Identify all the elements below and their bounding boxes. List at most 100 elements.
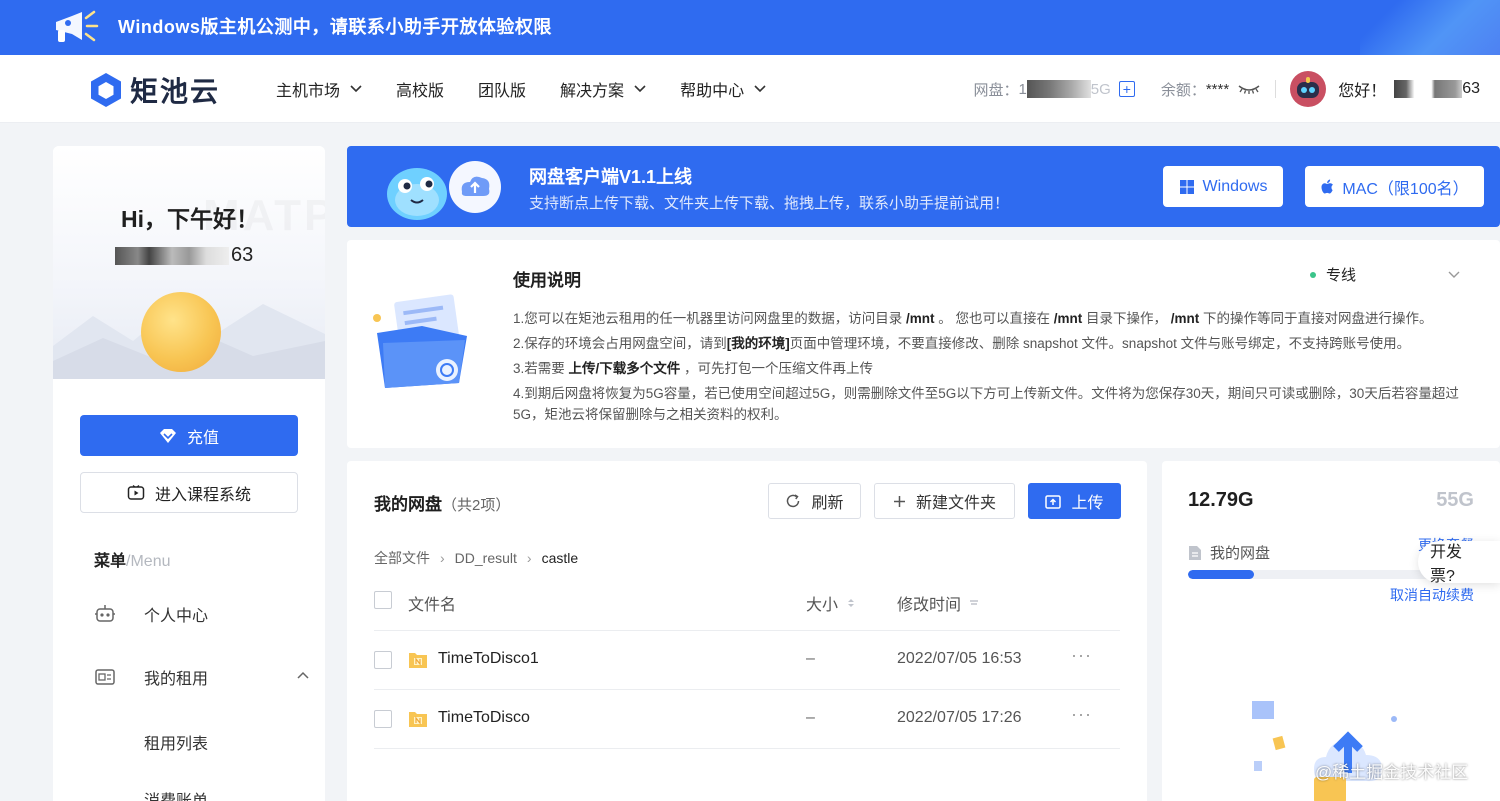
nav-team[interactable]: 团队版 xyxy=(478,77,526,101)
file-name[interactable]: TimeToDisco xyxy=(438,709,530,727)
watermark-text: @稀土掘金技术社区 xyxy=(1315,763,1469,782)
balance-label: 余额： xyxy=(1160,81,1206,99)
folder-icon xyxy=(409,712,427,727)
more-actions-icon[interactable]: ··· xyxy=(1071,645,1092,666)
text: 目录下操作， xyxy=(1082,311,1171,326)
chevron-down-icon xyxy=(754,85,766,93)
sort-down-icon xyxy=(970,600,979,605)
logo[interactable]: 矩池云 xyxy=(88,70,220,110)
file-name[interactable]: TimeToDisco1 xyxy=(438,650,539,668)
robot-icon xyxy=(95,605,115,622)
more-actions-icon[interactable]: ··· xyxy=(1071,704,1092,725)
folder-document-illustration xyxy=(373,294,467,388)
avatar[interactable] xyxy=(1290,71,1327,107)
enter-course-button[interactable]: 进入课程系统 xyxy=(80,472,298,513)
instruction-line-4: 4.到期后网盘将恢复为5G容量，若已使用空间超过5G，则需删除文件至5G以下方可… xyxy=(513,386,1459,422)
disk-quota-panel: 12.79G 55G 更换套餐 我的网盘 取消自动续费 xyxy=(1162,461,1500,801)
plus-icon xyxy=(893,495,905,507)
my-environment-link[interactable]: [我的环境] xyxy=(727,336,790,351)
course-label: 进入课程系统 xyxy=(154,486,251,504)
diamond-icon xyxy=(159,428,176,443)
row-checkbox[interactable] xyxy=(374,710,392,728)
header-greeting: 您好！ xyxy=(1338,83,1387,100)
column-size-label: 大小 xyxy=(806,597,839,614)
download-windows-button[interactable]: Windows xyxy=(1163,166,1283,207)
upload-icon xyxy=(1045,494,1062,509)
sidebar-subitem-billing[interactable]: 消费账单 xyxy=(144,787,208,801)
eye-closed-icon[interactable] xyxy=(1237,83,1261,95)
mac-label: MAC（限100名） xyxy=(1342,180,1469,198)
disk-title-text: 我的网盘 xyxy=(374,495,442,514)
download-mac-button[interactable]: MAC（限100名） xyxy=(1305,166,1484,207)
sidebar-username: 63 xyxy=(115,244,253,267)
logo-text: 矩池云 xyxy=(130,76,221,107)
select-all-checkbox[interactable] xyxy=(374,591,392,609)
file-row[interactable]: TimeToDisco1 – 2022/07/05 16:53 ··· xyxy=(374,631,1120,690)
nav-label: 高校版 xyxy=(396,83,445,100)
chevron-down-icon xyxy=(350,85,362,93)
sidebar-item-my-rentals[interactable]: 我的租用 xyxy=(94,663,309,691)
client-promo-banner: 网盘客户端V1.1上线 支持断点上传下载、文件夹上传下载、拖拽上传，联系小助手提… xyxy=(347,146,1500,227)
nav-label: 帮助中心 xyxy=(680,83,745,100)
menu-title: 菜单/Menu xyxy=(94,547,170,571)
breadcrumb-item[interactable]: 全部文件 xyxy=(374,548,430,568)
file-row[interactable]: TimeToDisco – 2022/07/05 17:26 ··· xyxy=(374,690,1120,749)
region-selector[interactable]: 专线 xyxy=(1310,264,1460,285)
sidebar-item-label: 个人中心 xyxy=(144,608,209,625)
server-icon xyxy=(95,669,115,685)
refresh-button[interactable]: 刷新 xyxy=(768,483,861,519)
upload-label: 上传 xyxy=(1071,495,1104,512)
breadcrumb-separator-icon: › xyxy=(440,550,445,566)
nav-help[interactable]: 帮助中心 xyxy=(680,77,766,101)
quota-my-disk: 我的网盘 xyxy=(1188,542,1270,563)
invoice-button[interactable]: 开发票? xyxy=(1418,541,1500,585)
logo-hexagon-icon xyxy=(91,73,121,107)
instruction-line-2: 2.保存的环境会占用网盘空间，请到[我的环境]页面中管理环境，不要直接修改、删除… xyxy=(513,333,1473,354)
text: 3.若需要 xyxy=(513,361,569,376)
left-sidebar: MATP Hi，下午好！ 63 充值 进入课程系统 菜单/Menu xyxy=(53,146,325,801)
usage-instructions-panel: 使用说明 专线 1.您可以在矩池云租用的任一机器里访问网盘里的数据，访问目录 /… xyxy=(347,240,1500,448)
new-folder-label: 新建文件夹 xyxy=(915,495,996,512)
add-disk-icon[interactable]: + xyxy=(1118,81,1135,97)
breadcrumb-item[interactable]: DD_result xyxy=(455,550,517,566)
instruction-line-3: 3.若需要 上传/下载多个文件 ，可先打包一个压缩文件再上传 xyxy=(513,358,1473,379)
chevron-down-icon xyxy=(634,85,646,93)
sidebar-item-personal-center[interactable]: 个人中心 xyxy=(94,600,309,628)
path-mnt: /mnt xyxy=(1170,311,1200,326)
nav-label: 团队版 xyxy=(478,83,527,100)
text: 下的操作等同于直接对网盘进行操作。 xyxy=(1199,311,1433,326)
breadcrumb-current: castle xyxy=(541,550,579,566)
nav-solutions[interactable]: 解决方案 xyxy=(560,77,646,101)
upload-button[interactable]: 上传 xyxy=(1028,483,1121,519)
announcement-text: Windows版主机公测中，请联系小助手开放体验权限 xyxy=(118,17,552,37)
file-table-header: 文件名 大小 修改时间 xyxy=(374,585,1120,631)
sidebar-subitem-rental-list[interactable]: 租用列表 xyxy=(144,730,208,754)
windows-label: Windows xyxy=(1202,177,1268,195)
menu-title-en: /Menu xyxy=(126,553,171,570)
recharge-button[interactable]: 充值 xyxy=(80,415,298,456)
disk-item-count: （共2项） xyxy=(442,497,511,514)
instructions-title: 使用说明 xyxy=(513,271,581,290)
disk-title: 我的网盘（共2项） xyxy=(374,490,510,515)
promo-subtitle: 支持断点上传下载、文件夹上传下载、拖拽上传，联系小助手提前试用！ xyxy=(529,195,1010,212)
recharge-label: 充值 xyxy=(186,429,219,447)
column-modified[interactable]: 修改时间 xyxy=(897,591,979,615)
text: ，可先打包一个压缩文件再上传 xyxy=(680,361,874,376)
chevron-down-icon xyxy=(1448,271,1460,278)
nav-university[interactable]: 高校版 xyxy=(396,77,444,101)
path-mnt: /mnt xyxy=(906,311,935,326)
path-mnt: /mnt xyxy=(1053,311,1083,326)
new-folder-button[interactable]: 新建文件夹 xyxy=(874,483,1015,519)
cancel-auto-renew-link[interactable]: 取消自动续费 xyxy=(1390,585,1474,605)
quota-total: 55G xyxy=(1436,489,1474,511)
menu-title-cn: 菜单 xyxy=(94,553,127,570)
quota-used: 12.79G xyxy=(1188,489,1254,511)
my-disk-panel: 我的网盘（共2项） 刷新 新建文件夹 上传 全部文件 › DD_result ›… xyxy=(347,461,1147,801)
announcement-decoration xyxy=(1360,0,1500,55)
quota-my-disk-label: 我的网盘 xyxy=(1210,545,1271,562)
folder-icon xyxy=(409,653,427,668)
column-size[interactable]: 大小 xyxy=(806,591,856,615)
nav-host-market[interactable]: 主机市场 xyxy=(276,77,362,101)
row-checkbox[interactable] xyxy=(374,651,392,669)
column-name: 文件名 xyxy=(408,597,457,614)
